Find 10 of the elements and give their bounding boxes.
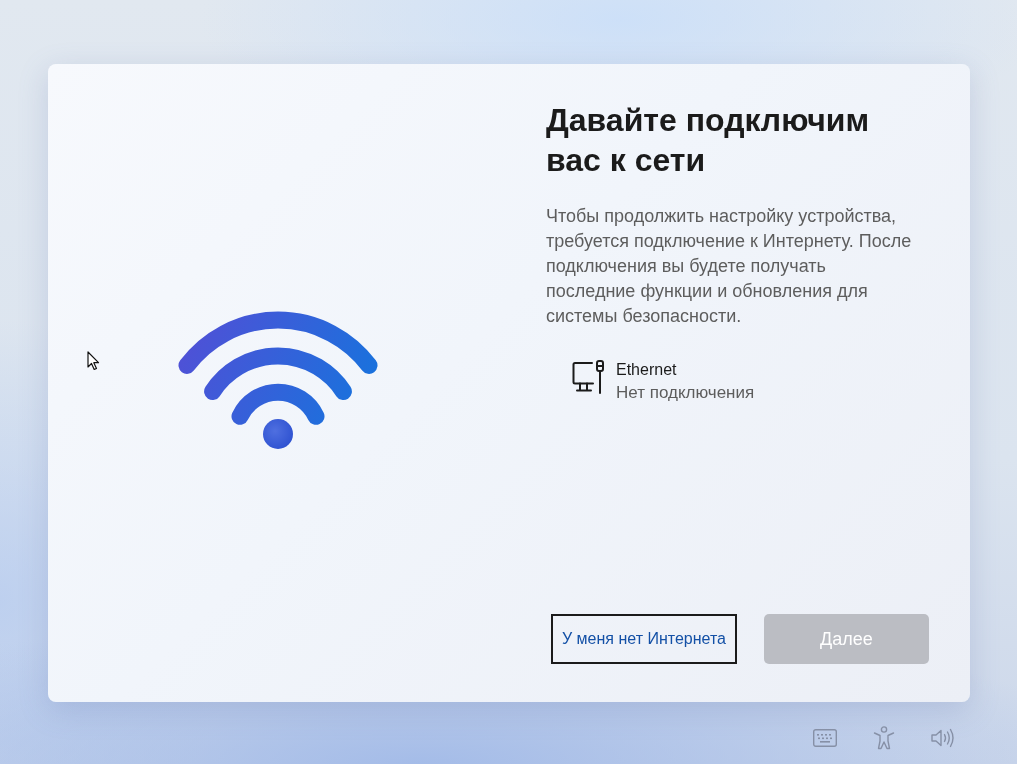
page-title: Давайте подключим вас к сети <box>546 101 871 180</box>
no-internet-button[interactable]: У меня нет Интернета <box>551 614 737 664</box>
ethernet-monitor-icon <box>572 360 606 394</box>
mouse-pointer-icon <box>87 351 100 371</box>
volume-icon[interactable] <box>931 728 955 748</box>
network-name: Ethernet <box>616 360 678 380</box>
network-status: Нет подключения <box>616 382 755 404</box>
keyboard-icon[interactable] <box>813 729 837 747</box>
description-text: Чтобы продолжить настройку устройства, требуется подключение к Интернету. После подключения вы будете получать последние функции и обновления для системы безопасности. <box>546 205 913 328</box>
accessibility-icon[interactable] <box>873 726 895 750</box>
